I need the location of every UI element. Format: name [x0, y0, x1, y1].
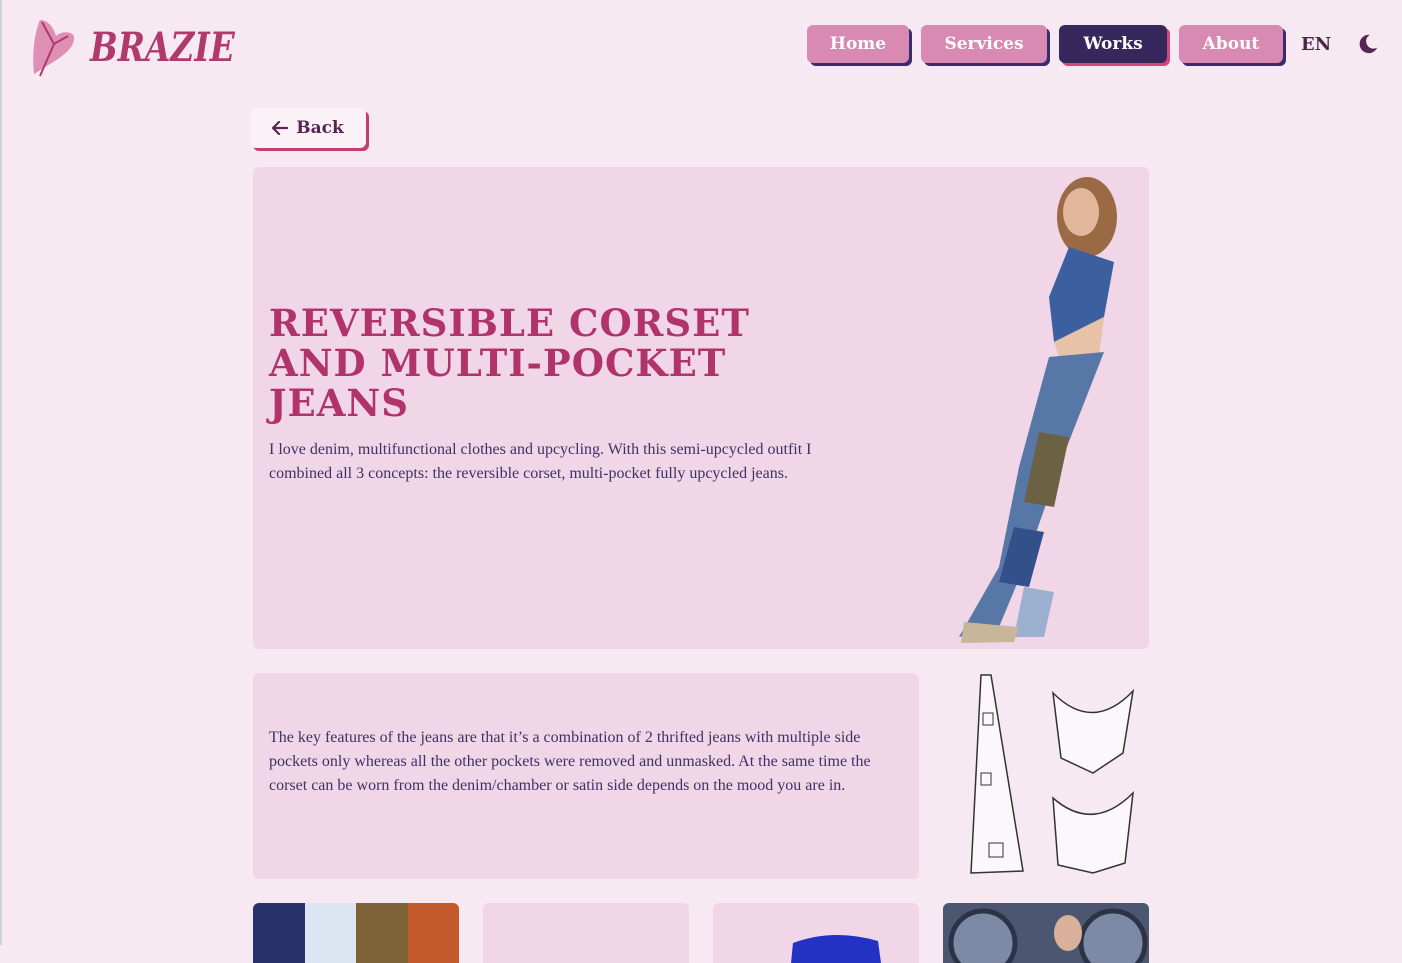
nav-about-button[interactable]: About [1179, 25, 1283, 63]
window-edge [0, 0, 2, 945]
nav-works-button[interactable]: Works [1059, 25, 1167, 63]
laundromat-photo-tile [943, 903, 1149, 963]
project-intro: I love denim, multifunctional clothes an… [269, 441, 812, 482]
back-label: Back [296, 118, 344, 138]
swatch-light-blue [304, 903, 356, 963]
laundromat-photo [948, 908, 1148, 963]
back-button[interactable]: Back [250, 108, 366, 148]
project-hero-card: Reversible corset and multi-pocket jeans… [253, 167, 1149, 649]
main-nav: Home Services Works About EN [807, 25, 1379, 63]
heart-logo-icon [33, 20, 75, 77]
model-photo [959, 177, 1117, 643]
language-switch[interactable]: EN [1301, 34, 1331, 55]
swatch-orange [407, 903, 459, 963]
brand-name: BRAZIE [90, 23, 235, 71]
nav-home-button[interactable]: Home [807, 25, 909, 63]
features-card: The key features of the jeans are that i… [253, 673, 919, 879]
swatch-navy [253, 903, 305, 963]
project-title: Reversible corset and multi-pocket jeans [269, 301, 750, 425]
design-sketch-image [943, 673, 1149, 879]
gallery-tile-2 [483, 903, 689, 963]
arrow-left-icon [272, 121, 289, 135]
gallery-tile-3 [713, 903, 919, 963]
nav-services-button[interactable]: Services [921, 25, 1047, 63]
swatch-brown [356, 903, 408, 963]
features-text: The key features of the jeans are that i… [269, 729, 871, 794]
color-palette-tile [253, 903, 459, 963]
blue-fabric-image [791, 934, 881, 963]
moon-icon[interactable] [1357, 33, 1379, 55]
brand-logo[interactable]: BRAZIE [30, 14, 266, 80]
